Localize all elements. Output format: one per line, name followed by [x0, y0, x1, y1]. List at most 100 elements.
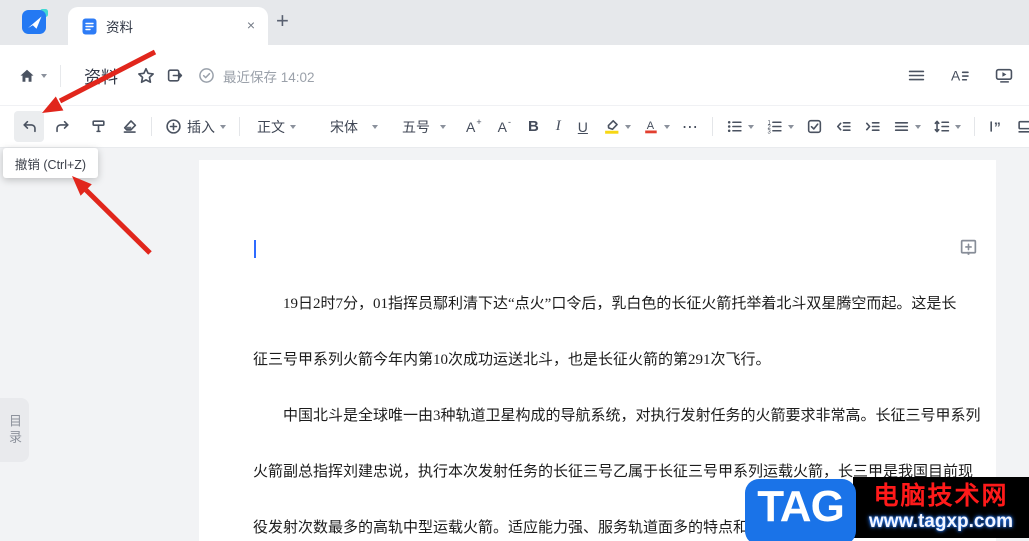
divider-block-icon: [1018, 120, 1029, 133]
svg-text:A: A: [647, 120, 655, 132]
redo-button[interactable]: [48, 111, 78, 142]
doc-line: 19日2时7分，01指挥员鄢利清下达“点火”口令后，乳白色的长征火箭托举着北斗双…: [253, 296, 957, 313]
divider: [239, 117, 240, 136]
checklist-button[interactable]: [800, 111, 829, 142]
bold-button[interactable]: B: [522, 111, 545, 142]
app-logo[interactable]: [21, 9, 48, 36]
chevron-down-icon: [220, 124, 226, 129]
line-spacing-icon: [934, 120, 950, 133]
divider: [60, 64, 61, 87]
formatting-toolbar: 插入 正文 宋体 五号 A + A - B I U A ⋯ 1 2 3 ”: [0, 106, 1029, 148]
toc-rail-tab[interactable]: 目录: [0, 398, 29, 462]
outdent-icon: [836, 121, 851, 132]
tab-title: 资料: [106, 20, 133, 35]
increase-font-button[interactable]: A +: [460, 111, 488, 142]
svg-text:”: ”: [994, 119, 1001, 135]
move-button[interactable]: [166, 45, 184, 106]
menu-button[interactable]: [907, 45, 926, 106]
line-spacing-button[interactable]: [927, 111, 967, 142]
clear-format-button[interactable]: [115, 111, 144, 142]
indent-icon: [865, 121, 880, 132]
redo-icon: [56, 120, 69, 133]
favorite-button[interactable]: [137, 45, 155, 106]
typography-icon: A: [951, 67, 969, 83]
highlight-icon: [605, 119, 619, 134]
divider: [711, 117, 713, 136]
numbered-list-button[interactable]: 1 2 3: [760, 111, 800, 142]
watermark-site-url: www.tagxp.com: [869, 511, 1013, 532]
paragraph-style-value: 正文: [257, 118, 285, 135]
save-status: 最近保存 14:02: [198, 45, 315, 106]
more-formats-button[interactable]: ⋯: [676, 111, 705, 142]
paragraph-style-select[interactable]: 正文: [247, 111, 306, 142]
font-color-button[interactable]: A: [637, 111, 676, 142]
doc-line: 征三号甲系列火箭今年内第10次成功运送北斗，也是长征火箭的第291次飞行。: [253, 352, 771, 369]
font-shrink-icon: A: [497, 118, 507, 135]
font-size-value: 五号: [402, 118, 430, 135]
watermark-panel: 电脑技术网 www.tagxp.com: [853, 477, 1029, 538]
align-icon: [894, 121, 909, 132]
present-icon: [995, 68, 1013, 83]
underline-icon: U: [577, 118, 588, 135]
star-icon: [138, 67, 154, 83]
chevron-down-icon: [914, 124, 921, 129]
undo-tooltip: 撤销 (Ctrl+Z): [3, 148, 98, 178]
text-cursor: [254, 240, 256, 258]
decrease-font-button[interactable]: A -: [492, 111, 517, 142]
font-family-value: 宋体: [330, 118, 358, 135]
watermark-site-name: 电脑技术网: [873, 482, 1009, 510]
undo-tooltip-text: 撤销 (Ctrl+Z): [14, 157, 87, 172]
save-status-text: 最近保存 14:02: [223, 69, 315, 85]
document-tab[interactable]: 资料 ×: [68, 7, 268, 45]
bullet-list-icon: [727, 120, 742, 133]
align-button[interactable]: [887, 111, 927, 142]
underline-button[interactable]: U: [572, 111, 594, 142]
checklist-icon: [807, 119, 822, 134]
divider: [973, 117, 975, 136]
undo-icon: [23, 120, 36, 133]
quote-button[interactable]: ”: [982, 111, 1011, 142]
font-color-icon: A: [645, 120, 657, 134]
highlight-button[interactable]: [597, 111, 637, 142]
doc-icon: [82, 18, 97, 34]
italic-icon: I: [555, 118, 561, 134]
chevron-down-icon: [290, 124, 296, 129]
menu-icon: [908, 70, 925, 81]
indent-button[interactable]: [858, 111, 887, 142]
outdent-button[interactable]: [829, 111, 858, 142]
font-size-select[interactable]: 五号: [392, 111, 456, 142]
divider: [151, 117, 152, 136]
undo-button[interactable]: [14, 111, 44, 142]
italic-button[interactable]: I: [550, 111, 567, 142]
chevron-down-icon: [663, 124, 670, 129]
font-grow-icon: A: [466, 118, 476, 135]
font-family-select[interactable]: 宋体: [320, 111, 388, 142]
chevron-down-icon: [372, 124, 378, 129]
title-bar: 资料 最近保存 14:02 A: [0, 45, 1029, 106]
bullet-list-button[interactable]: [720, 111, 760, 142]
svg-text:A: A: [951, 67, 961, 83]
browser-tab-bar: 资料 × +: [0, 0, 1029, 45]
typography-button[interactable]: A: [950, 45, 970, 106]
chevron-down-icon: [440, 124, 446, 129]
close-icon[interactable]: ×: [247, 17, 255, 33]
comment-plus-icon[interactable]: [959, 238, 978, 257]
format-painter-button[interactable]: [84, 111, 113, 142]
insert-label: 插入: [187, 118, 215, 135]
present-button[interactable]: [994, 45, 1014, 106]
chevron-down-icon: [787, 124, 794, 129]
quote-icon: ”: [990, 119, 1001, 135]
chevron-down-icon: [954, 124, 961, 129]
home-icon: [20, 69, 34, 82]
doc-title[interactable]: 资料: [84, 63, 118, 88]
divider-block-button[interactable]: [1011, 111, 1029, 142]
home-button[interactable]: [18, 45, 47, 106]
insert-plus-icon: [166, 119, 181, 134]
numbered-list-icon: 1 2 3: [767, 120, 782, 135]
insert-button[interactable]: 插入: [159, 111, 232, 142]
svg-text:3: 3: [767, 129, 771, 135]
new-tab-button[interactable]: +: [276, 8, 289, 34]
bold-icon: B: [527, 118, 539, 135]
format-painter-icon: [92, 120, 105, 133]
saved-check-icon: [199, 68, 214, 83]
